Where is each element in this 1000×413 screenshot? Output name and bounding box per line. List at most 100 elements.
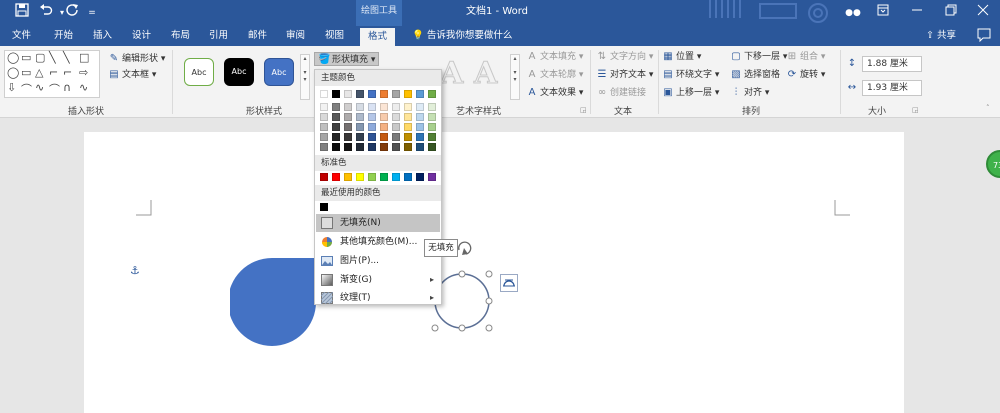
shapes-gallery[interactable]: ◯ ▭ ▢ ╲ ╲ □ ◯ ▭ △ ⌐ ⌐ ⇨ ⇩ ⌒ ∿ ⌒ ∩ ∿ (4, 50, 100, 98)
theme-shade-swatch[interactable] (380, 113, 388, 121)
theme-shade-swatch[interactable] (416, 113, 424, 121)
ellipse-shape-icon[interactable]: ◯ (7, 66, 19, 79)
brace-shape-icon[interactable]: ∩ (63, 81, 71, 94)
theme-shade-swatch[interactable] (344, 103, 352, 111)
standard-color-swatch[interactable] (332, 173, 340, 181)
ribbon-display-icon[interactable] (872, 3, 894, 23)
theme-shade-swatch[interactable] (380, 133, 388, 141)
create-link-button[interactable]: ∞ 创建链接 (596, 86, 646, 100)
theme-shade-swatch[interactable] (356, 123, 364, 131)
standard-color-swatch[interactable] (380, 173, 388, 181)
rotate-button[interactable]: ⟳ 旋转 ▾ (786, 68, 826, 82)
group-button[interactable]: ⊞ 组合 ▾ (786, 50, 826, 64)
restore-icon[interactable] (940, 3, 962, 23)
oval-shape-icon[interactable]: ◯ (7, 51, 19, 64)
rectangle-shape-icon[interactable]: □ (79, 51, 89, 64)
theme-shade-swatch[interactable] (416, 143, 424, 151)
tab-design[interactable]: 设计 (132, 26, 151, 46)
wrap-text-button[interactable]: ▤ 环绕文字 ▾ (662, 68, 719, 82)
tab-file[interactable]: 文件 (12, 26, 31, 46)
theme-shade-swatch[interactable] (368, 143, 376, 151)
theme-shade-swatch[interactable] (320, 143, 328, 151)
tab-references[interactable]: 引用 (209, 26, 228, 46)
size-launcher-icon[interactable]: ◲ (912, 106, 919, 114)
scribble-shape-icon[interactable]: ∿ (79, 81, 88, 94)
share-button[interactable]: ⇪ 共享 (926, 26, 956, 46)
text-outline-button[interactable]: A 文本轮廓 ▾ (526, 68, 584, 82)
theme-shade-swatch[interactable] (344, 143, 352, 151)
shape-style-blue[interactable]: Abc (264, 58, 294, 86)
collapse-ribbon-icon[interactable]: ˄ (986, 104, 990, 112)
theme-color-swatch[interactable] (320, 90, 328, 98)
tab-format[interactable]: 格式 (360, 28, 396, 46)
bracket-shape-icon[interactable]: ⌒ (49, 81, 60, 97)
text-direction-button[interactable]: ⇅ 文字方向 ▾ (596, 50, 654, 64)
theme-shade-swatch[interactable] (332, 103, 340, 111)
theme-shade-swatch[interactable] (404, 133, 412, 141)
theme-shade-swatch[interactable] (404, 123, 412, 131)
align-button[interactable]: ⫶ 对齐 ▾ (730, 86, 770, 100)
theme-shade-swatch[interactable] (356, 133, 364, 141)
theme-color-swatch[interactable] (380, 90, 388, 98)
theme-color-swatch[interactable] (404, 90, 412, 98)
theme-shade-swatch[interactable] (404, 113, 412, 121)
theme-color-swatch[interactable] (332, 90, 340, 98)
theme-shade-swatch[interactable] (392, 123, 400, 131)
standard-color-swatch[interactable] (404, 173, 412, 181)
theme-color-swatch[interactable] (428, 90, 436, 98)
theme-shade-swatch[interactable] (428, 113, 436, 121)
theme-color-swatch[interactable] (416, 90, 424, 98)
rect-shape-icon[interactable]: ▢ (35, 51, 45, 64)
shape-style-black[interactable]: Abc (224, 58, 254, 86)
user-avatar[interactable]: ●● (842, 3, 864, 23)
freeform-shape-icon[interactable]: ∿ (35, 81, 44, 94)
tab-layout[interactable]: 布局 (171, 26, 190, 46)
shape-fill-button[interactable]: 🪣 形状填充 ▾ (314, 52, 380, 66)
standard-color-swatch[interactable] (368, 173, 376, 181)
theme-shade-swatch[interactable] (332, 123, 340, 131)
more-fill-colors-item[interactable]: 其他填充颜色(M)... (316, 233, 440, 251)
theme-shade-swatch[interactable] (416, 123, 424, 131)
theme-shade-swatch[interactable] (392, 103, 400, 111)
textbox-shape-icon-2[interactable]: ▭ (21, 66, 31, 79)
theme-shade-swatch[interactable] (416, 103, 424, 111)
theme-shade-swatch[interactable] (404, 143, 412, 151)
customize-icon[interactable]: = (82, 3, 102, 23)
triangle-shape-icon[interactable]: △ (35, 66, 43, 79)
theme-shade-swatch[interactable] (344, 123, 352, 131)
theme-color-swatch[interactable] (344, 90, 352, 98)
shape-width-input[interactable]: 1.93 厘米 (862, 80, 922, 96)
gradient-fill-item[interactable]: 渐变(G) ▸ (316, 271, 440, 289)
text-effects-button[interactable]: A 文本效果 ▾ (526, 86, 584, 100)
connector-shape-icon-2[interactable]: ⌐ (63, 66, 72, 79)
theme-shade-swatch[interactable] (344, 113, 352, 121)
theme-color-swatch[interactable] (368, 90, 376, 98)
close-icon[interactable] (972, 3, 994, 23)
theme-shade-swatch[interactable] (368, 123, 376, 131)
textbox-shape-icon[interactable]: ▭ (21, 51, 31, 64)
text-fill-button[interactable]: A 文本填充 ▾ (526, 50, 584, 64)
no-fill-item[interactable]: 无填充(N) (316, 214, 440, 232)
bring-forward-button[interactable]: ▣ 上移一层 ▾ (662, 86, 719, 100)
theme-shade-swatch[interactable] (392, 143, 400, 151)
theme-shade-swatch[interactable] (368, 133, 376, 141)
text-box-button[interactable]: ▤ 文本框 ▾ (108, 68, 156, 82)
theme-shade-swatch[interactable] (356, 113, 364, 121)
theme-shade-swatch[interactable] (332, 113, 340, 121)
theme-shade-swatch[interactable] (380, 143, 388, 151)
minimize-icon[interactable] (906, 3, 928, 23)
standard-color-swatch[interactable] (320, 173, 328, 181)
texture-fill-item[interactable]: 纹理(T) ▸ (316, 289, 440, 307)
edit-shape-button[interactable]: ✎ 编辑形状 ▾ (108, 52, 166, 66)
recent-color-swatch[interactable] (320, 203, 328, 211)
curve-shape-icon[interactable]: ⌒ (21, 81, 32, 97)
theme-shade-swatch[interactable] (368, 113, 376, 121)
align-text-button[interactable]: ☰ 对齐文本 ▾ (596, 68, 654, 82)
theme-color-swatch[interactable] (356, 90, 364, 98)
theme-shade-swatch[interactable] (428, 123, 436, 131)
standard-color-swatch[interactable] (428, 173, 436, 181)
theme-shade-swatch[interactable] (320, 133, 328, 141)
theme-shade-swatch[interactable] (428, 143, 436, 151)
line-shape-icon[interactable]: ╲ (49, 51, 56, 64)
tab-mailings[interactable]: 邮件 (248, 26, 267, 46)
